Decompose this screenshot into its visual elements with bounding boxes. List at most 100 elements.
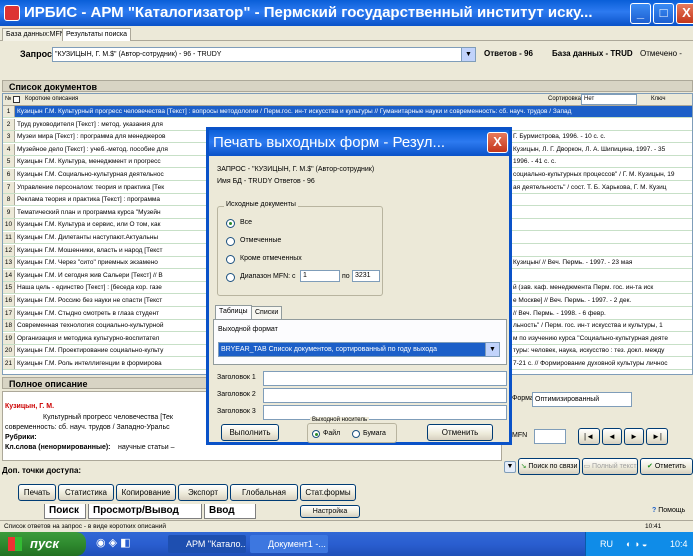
row-number: 5 <box>3 156 15 168</box>
header2-input[interactable] <box>263 388 507 403</box>
description-keywords: научные статьи – <box>118 444 175 451</box>
range-from-input[interactable]: 1 <box>300 270 340 282</box>
query-combo[interactable]: "КУЗИЦЫН, Г. М.$" (Автор-сотрудник) - 96… <box>52 47 476 62</box>
header1-input[interactable] <box>263 371 507 386</box>
description-keywords-label: Кл.слова (ненормированные): <box>5 444 111 451</box>
description-line-2: современность: сб. науч. трудов / Западн… <box>5 424 170 431</box>
mfn-label: MFN <box>512 432 528 439</box>
title-bar[interactable]: ИРБИС - АРМ "Каталогизатор" - Пермский г… <box>0 0 693 26</box>
row-description-tail: Г. Бурмистрова, 1996. - 10 с. с. <box>513 133 606 141</box>
description-rubrics: Рубрики: <box>5 434 37 441</box>
row-description: Реклама теория и практика [Текст] : прог… <box>17 196 160 204</box>
toolbar-button-0[interactable]: Печать <box>18 484 56 501</box>
chevron-down-icon[interactable]: ▼ <box>461 48 475 61</box>
checkmark-icon: ✔ <box>647 463 653 470</box>
run-button[interactable]: Выполнить <box>221 424 279 441</box>
toolbar-button-4[interactable]: Глобальная <box>230 484 298 501</box>
close-button[interactable]: X <box>676 3 693 24</box>
row-number: 11 <box>3 232 15 243</box>
search-by-links-button[interactable]: ↘ Поиск по связи <box>518 458 580 475</box>
start-button[interactable]: пуск <box>0 532 86 556</box>
format-combo[interactable]: Оптимизированный <box>532 392 632 407</box>
carrier-group: Выходной носитель Файл Бумага <box>307 417 397 443</box>
radio-range[interactable] <box>226 273 235 282</box>
row-description-tail: е Москве] // Веч. Пермь. - 1997. - 2 дек… <box>513 297 632 304</box>
toolbar-button-1[interactable]: Статистика <box>58 484 114 501</box>
toolbar-button-3[interactable]: Экспорт <box>178 484 228 501</box>
tab-lists[interactable]: Списки <box>251 306 283 319</box>
row-description: Кузицын Г.М. Культура и сервис, или О то… <box>17 221 161 229</box>
radio-except-label: Кроме отмеченных <box>240 255 302 262</box>
tray-icons[interactable]: ◐ ◑ ◒ <box>626 532 647 556</box>
next-record-button[interactable]: ► <box>624 428 644 445</box>
table-row[interactable]: 1 Кузицын Г.М. Культурный прогресс челове… <box>3 106 692 118</box>
app-icon <box>4 5 20 21</box>
source-docs-title: Исходные документы <box>224 201 298 208</box>
full-text-button[interactable]: ▭ Полный текст <box>582 458 638 475</box>
row-description: Кузицын Г.М. Через "сито" приемных экзам… <box>17 259 158 267</box>
radio-paper[interactable] <box>352 430 360 438</box>
row-description-tail: социально-культурных процессов" / Г. М. … <box>513 171 675 178</box>
print-forms-dialog: Печать выходных форм - Резул... X ЗАПРОС… <box>206 127 512 445</box>
header1-label: Заголовок 1 <box>217 374 256 381</box>
row-number: 15 <box>3 282 15 294</box>
row-number: 21 <box>3 358 15 369</box>
status-bar: Список ответов на запрос - в виде коротк… <box>0 520 693 532</box>
dialog-close-button[interactable]: X <box>487 132 508 153</box>
range-to-label: по <box>342 273 350 280</box>
tab-search-results[interactable]: Результаты поиска <box>62 28 132 41</box>
row-number: 17 <box>3 307 15 319</box>
tab-tables[interactable]: Таблицы <box>215 305 252 319</box>
output-format-combo[interactable]: BRYEAR_TAB Список документов, сортирован… <box>218 342 500 357</box>
toolbar-button-5[interactable]: Стат.формы <box>300 484 356 501</box>
query-label: Запрос <box>20 49 52 59</box>
bottom-tab-0[interactable]: Поиск <box>44 504 86 519</box>
radio-except-marked[interactable] <box>226 255 235 264</box>
radio-all-label: Все <box>240 219 253 226</box>
bottom-tab-2[interactable]: Ввод <box>204 504 256 519</box>
radio-file[interactable] <box>312 430 320 438</box>
row-number: 12 <box>3 244 15 256</box>
bottom-tab-1[interactable]: Просмотр/Вывод <box>88 504 202 519</box>
help-link[interactable]: ? Помощь <box>652 507 685 514</box>
sort-label: Сортировка <box>548 96 581 102</box>
last-record-button[interactable]: ►| <box>646 428 668 445</box>
row-description-tail: Кузицын/ // Веч. Пермь. - 1997. - 23 мая <box>513 259 633 267</box>
tab-database-mfn[interactable]: База данных:MFN <box>2 28 69 41</box>
dialog-title-bar[interactable]: Печать выходных форм - Резул... X <box>209 130 509 156</box>
marked-count: Отмечено - <box>640 49 682 58</box>
task-document1[interactable]: Документ1 -... <box>250 535 328 553</box>
row-description-tail: льность" / Перм. гос. ин-т искусства и к… <box>513 322 663 330</box>
header3-input[interactable] <box>263 405 507 420</box>
row-description: Тематический план и программа курса "Муз… <box>17 208 161 216</box>
radio-all[interactable] <box>226 219 235 228</box>
settings-button[interactable]: Настройка <box>300 505 360 518</box>
first-record-button[interactable]: |◄ <box>578 428 600 445</box>
row-description: Кузицын Г.М. Россию без науки не спасти … <box>17 297 163 304</box>
row-description: Кузицын Г.М. Стыдно смотреть в глаза сту… <box>17 309 160 317</box>
row-description-tail: туры: человек, наука, искусство : тез. д… <box>513 347 665 355</box>
header2-label: Заголовок 2 <box>217 391 256 398</box>
task-catalogizer[interactable]: АРМ "Катало... <box>168 535 246 553</box>
scroll-down-icon[interactable]: ▼ <box>504 461 516 473</box>
language-indicator[interactable]: RU <box>600 532 613 556</box>
grid-header: № Короткие описания Сортировка Нет Ключ <box>3 94 692 106</box>
sort-combo[interactable]: Нет <box>581 94 637 105</box>
quicklaunch-icons[interactable]: ◉ ◈ ◧ <box>96 536 131 549</box>
minimize-button[interactable]: _ <box>630 3 651 24</box>
radio-paper-label: Бумага <box>363 430 386 437</box>
answers-count: Ответов - 96 <box>484 49 533 58</box>
mfn-input[interactable] <box>534 429 566 444</box>
maximize-button[interactable]: □ <box>653 3 674 24</box>
toolbar-button-2[interactable]: Копирование <box>116 484 176 501</box>
prev-record-button[interactable]: ◄ <box>602 428 622 445</box>
select-all-checkbox[interactable] <box>13 96 20 103</box>
chevron-down-icon[interactable]: ▼ <box>485 343 499 356</box>
row-description: Кузицын Г.М. Социально-культурная деятел… <box>17 171 164 178</box>
mark-button[interactable]: ✔ Отметить <box>640 458 693 475</box>
cancel-button[interactable]: Отменить <box>427 424 493 441</box>
range-to-input[interactable]: 3231 <box>352 270 380 282</box>
row-number: 7 <box>3 181 15 193</box>
radio-marked[interactable] <box>226 237 235 246</box>
help-icon: ? <box>652 507 657 514</box>
